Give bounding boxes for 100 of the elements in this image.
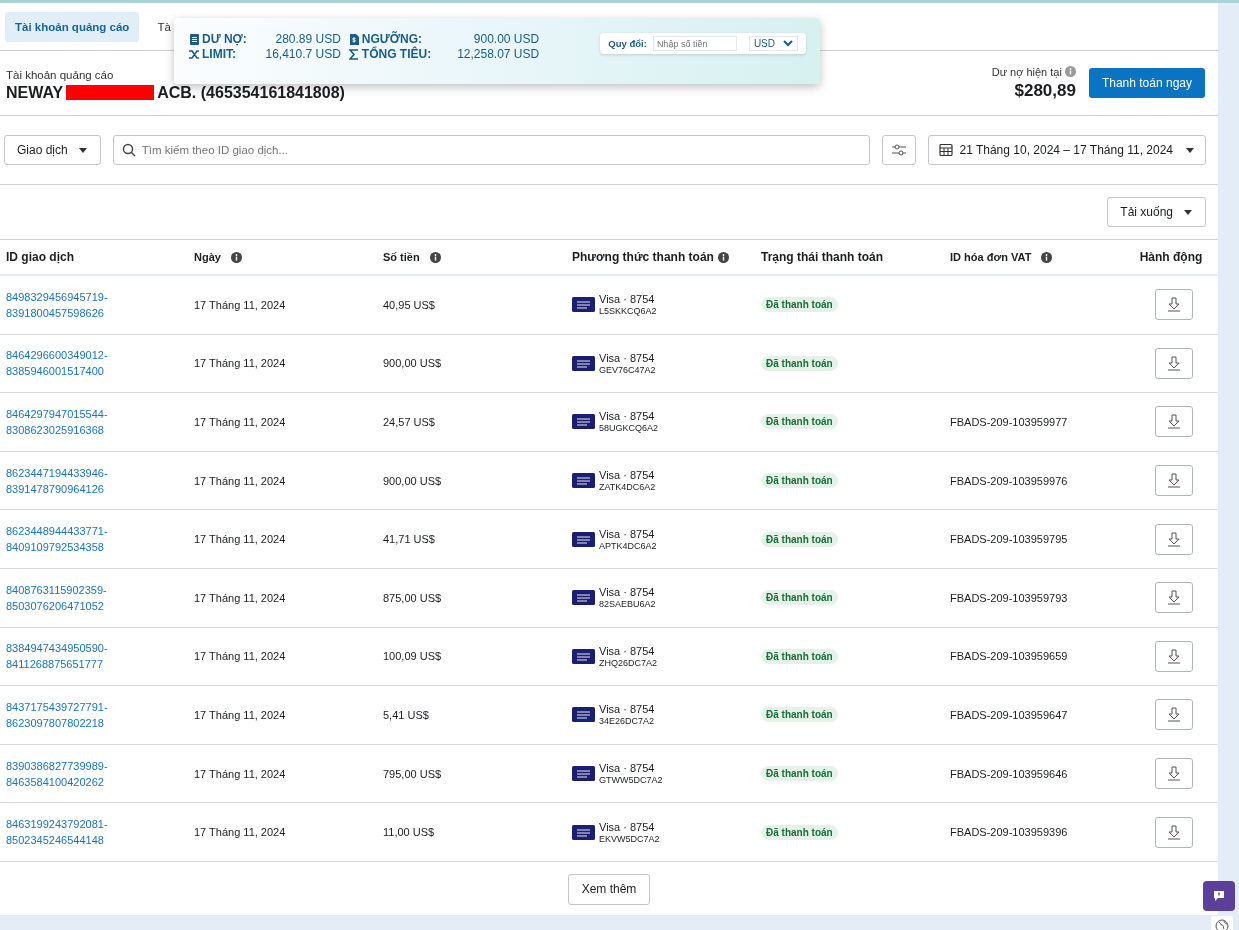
caret-icon bbox=[77, 146, 88, 154]
table-cell: 900,00 US$ bbox=[383, 474, 442, 487]
card-label: Visa · 8754 bbox=[599, 586, 656, 599]
table-cell: FBADS-209-103959396 bbox=[950, 826, 1068, 839]
pay-button[interactable]: Thanh toán ngay bbox=[1088, 68, 1205, 98]
download-button[interactable] bbox=[1155, 523, 1193, 555]
card-label: Visa · 8754 bbox=[599, 351, 656, 364]
download-button[interactable]: Tải xuống bbox=[1107, 197, 1206, 227]
table-cell: 17 Tháng 11, 2024 bbox=[194, 416, 286, 428]
caret-icon bbox=[1183, 208, 1193, 216]
column-header: ID hóa đơn VAT bbox=[950, 251, 1032, 263]
table-cell: FBADS-209-103959795 bbox=[950, 533, 1068, 546]
table-cell: 17 Tháng 11, 2024 bbox=[194, 533, 286, 546]
download-icon bbox=[1167, 824, 1181, 840]
transaction-link[interactable]: 8623448944433771- 8409109792534358 bbox=[6, 523, 108, 556]
card-icon bbox=[572, 648, 595, 664]
download-button[interactable] bbox=[1155, 816, 1193, 848]
download-button[interactable] bbox=[1155, 465, 1193, 497]
download-button[interactable] bbox=[1155, 640, 1193, 672]
table-cell: 40,95 US$ bbox=[383, 298, 435, 311]
download-button[interactable] bbox=[1155, 758, 1193, 790]
column-header: Số tiền bbox=[383, 251, 420, 263]
transaction-link[interactable]: 8437175439727791- 8623097807802218 bbox=[6, 698, 108, 731]
card-label: Visa · 8754 bbox=[599, 527, 656, 540]
status-badge: Đã thanh toán bbox=[761, 531, 838, 547]
table-cell: FBADS-209-103959647 bbox=[950, 708, 1068, 721]
card-icon bbox=[572, 414, 595, 430]
filter-button[interactable] bbox=[882, 135, 917, 165]
chat-button[interactable] bbox=[1203, 881, 1235, 911]
table-cell: FBADS-209-103959976 bbox=[950, 474, 1068, 487]
transaction-link[interactable]: 8384947434950590- 8411268875651777 bbox=[6, 640, 108, 673]
chevron-icon bbox=[783, 40, 793, 47]
table-cell: 17 Tháng 11, 2024 bbox=[194, 767, 286, 780]
download-icon bbox=[1167, 473, 1181, 489]
tab[interactable]: Tà bbox=[147, 11, 173, 42]
transaction-link[interactable]: 8498329456945719- 8391800457598626 bbox=[6, 288, 108, 321]
download-button[interactable] bbox=[1155, 289, 1193, 321]
download-button[interactable] bbox=[1155, 699, 1193, 731]
document-icon bbox=[189, 33, 199, 45]
status-badge: Đã thanh toán bbox=[761, 648, 838, 664]
download-button[interactable] bbox=[1155, 406, 1193, 438]
card-reference: GTWW5DC7A2 bbox=[599, 775, 663, 786]
column-header: ID giao dịch bbox=[6, 250, 74, 264]
info-icon bbox=[1064, 66, 1076, 77]
card-reference: L5SKKCQ6A2 bbox=[599, 306, 657, 317]
card-label: Visa · 8754 bbox=[599, 820, 656, 833]
sigma-icon bbox=[348, 48, 359, 60]
summary-value: 900.00 USD bbox=[472, 32, 540, 46]
table-cell: FBADS-209-103959793 bbox=[950, 591, 1068, 604]
currency-select[interactable]: USD bbox=[748, 36, 798, 51]
transaction-link[interactable]: 8408763115902359- 8503076206471052 bbox=[6, 581, 107, 614]
balance-amount: $280,89 bbox=[1014, 80, 1076, 101]
transaction-link[interactable]: 8464297947015544- 8308623025916368 bbox=[6, 406, 108, 438]
download-button[interactable] bbox=[1155, 347, 1193, 379]
card-reference: EKVW5DC7A2 bbox=[599, 833, 660, 844]
download-icon bbox=[1167, 590, 1181, 606]
tab[interactable]: Tài khoản quảng cáo bbox=[5, 11, 140, 42]
column-header: Trạng thái thanh toán bbox=[761, 250, 883, 264]
summary-label: NGƯỠNG: bbox=[361, 32, 423, 46]
status-badge: Đã thanh toán bbox=[761, 355, 838, 371]
search-field[interactable]: Tìm kiếm theo ID giao dịch... bbox=[112, 135, 871, 165]
table-cell: 17 Tháng 11, 2024 bbox=[194, 826, 286, 839]
table-cell: FBADS-209-103959659 bbox=[950, 650, 1068, 663]
converter-label: Quy đổi: bbox=[608, 38, 647, 49]
summary-label: TỔNG TIÊU: bbox=[361, 47, 432, 61]
card-reference: 58UGKCQ6A2 bbox=[599, 423, 659, 434]
transaction-link[interactable]: 8623447194433946- 8391478790964126 bbox=[6, 464, 108, 497]
download-icon bbox=[1167, 355, 1181, 371]
date-range-picker[interactable]: 21 Tháng 10, 2024 – 17 Tháng 11, 2024 bbox=[928, 135, 1206, 165]
summary-value: 12,258.07 USD bbox=[456, 47, 540, 61]
summary-value: 16,410.7 USD bbox=[264, 47, 341, 61]
account-name: ACB. (465354161841808) bbox=[157, 83, 345, 102]
table-cell: 17 Tháng 11, 2024 bbox=[194, 474, 286, 487]
table-cell: 100,09 US$ bbox=[383, 650, 442, 663]
transaction-link[interactable]: 8463199243792081- 8502345246544148 bbox=[6, 816, 108, 849]
download-icon bbox=[1167, 707, 1181, 723]
summary-label: LIMIT: bbox=[202, 47, 236, 61]
amount-field[interactable]: Nhập số tiền bbox=[652, 36, 737, 51]
table-cell: 17 Tháng 11, 2024 bbox=[194, 591, 286, 604]
card-label: Visa · 8754 bbox=[599, 644, 656, 657]
transaction-link[interactable]: 8464296600349012- 8385946001517400 bbox=[6, 347, 108, 380]
type-filter[interactable]: Giao dịch bbox=[4, 135, 101, 165]
money-file-icon bbox=[348, 33, 359, 45]
card-reference: ZHQ26DC7A2 bbox=[599, 657, 658, 668]
account-caption: Tài khoản quảng cáo bbox=[6, 68, 115, 81]
transaction-link[interactable]: 8390386827739989- 8463584100420262 bbox=[6, 757, 108, 790]
table-cell: 17 Tháng 11, 2024 bbox=[194, 357, 286, 370]
table-cell: 5,41 US$ bbox=[383, 708, 429, 721]
table-cell: 17 Tháng 11, 2024 bbox=[194, 708, 286, 721]
table-cell: 795,00 US$ bbox=[383, 767, 442, 780]
download-icon bbox=[1167, 766, 1181, 782]
download-button[interactable] bbox=[1155, 582, 1193, 614]
shuffle-icon bbox=[189, 48, 199, 60]
status-badge: Đã thanh toán bbox=[761, 297, 838, 313]
chat-icon bbox=[1213, 890, 1225, 902]
card-label: Visa · 8754 bbox=[599, 293, 656, 306]
load-more-button[interactable]: Xem thêm bbox=[567, 873, 651, 905]
caret-icon bbox=[1185, 146, 1195, 154]
card-label: Visa · 8754 bbox=[599, 469, 656, 482]
card-icon bbox=[572, 355, 595, 371]
